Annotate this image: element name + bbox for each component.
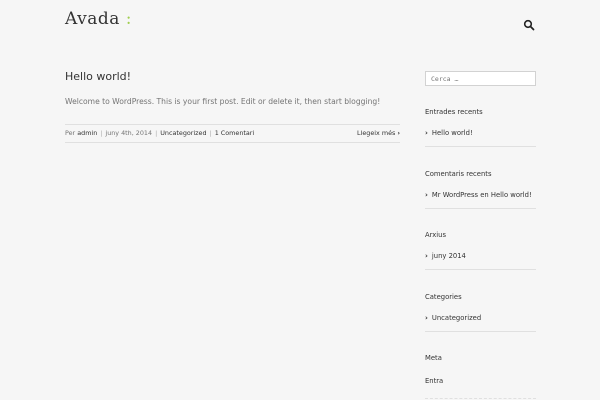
meta-separator: |: [209, 129, 212, 137]
recent-post-label: Hello world!: [431, 129, 473, 137]
post-excerpt: Welcome to WordPress. This is your first…: [65, 97, 381, 106]
meta-separator: |: [155, 129, 158, 137]
sidebar-search-input[interactable]: [425, 71, 536, 86]
post-meta: Per admin | juny 4th, 2014 | Uncategorized | 1…: [65, 129, 254, 137]
meta-date: juny 4th, 2014: [105, 129, 153, 137]
logo-accent: :: [125, 9, 132, 29]
read-more-link[interactable]: Llegeix més ›: [357, 129, 400, 137]
site-logo[interactable]: Avada :: [65, 9, 132, 29]
meta-author-link[interactable]: admin: [77, 129, 97, 137]
archive-label: juny 2014: [431, 252, 466, 260]
category-label: Uncategorized: [431, 314, 482, 322]
site-header: Avada :: [0, 0, 600, 42]
chevron-right-icon: ›: [425, 129, 428, 137]
meta-separator: |: [100, 129, 103, 137]
chevron-right-icon: ›: [425, 191, 428, 199]
recent-post-item[interactable]: › Hello world!: [425, 125, 536, 147]
widget-title-categories: Categories: [425, 293, 462, 301]
widget-title-recent-posts: Entrades recents: [425, 108, 483, 116]
meta-by-label: Per: [65, 129, 76, 137]
archive-item[interactable]: › juny 2014: [425, 248, 536, 270]
post-title[interactable]: Hello world!: [65, 70, 400, 83]
post-meta-bar: Per admin | juny 4th, 2014 | Uncategorized | 1…: [65, 124, 400, 143]
widget-title-archives: Arxius: [425, 231, 447, 239]
divider: [425, 398, 536, 399]
widget-title-meta: Meta: [425, 354, 442, 362]
logo-text: Avada: [65, 9, 120, 29]
chevron-right-icon: ›: [425, 252, 428, 260]
meta-category-link[interactable]: Uncategorized: [160, 129, 206, 137]
meta-comments-link[interactable]: 1 Comentari: [215, 129, 255, 137]
recent-comment-item[interactable]: › Mr WordPress en Hello world!: [425, 187, 536, 209]
widget-title-recent-comments: Comentaris recents: [425, 170, 492, 178]
read-more-label: Llegeix més: [357, 129, 396, 137]
meta-login-link[interactable]: Entra: [425, 377, 443, 385]
category-item[interactable]: › Uncategorized: [425, 310, 536, 332]
chevron-right-icon: ›: [397, 129, 400, 137]
chevron-right-icon: ›: [425, 314, 428, 322]
search-icon[interactable]: [523, 16, 535, 31]
blog-post: Hello world! Welcome to WordPress. This …: [65, 70, 400, 143]
recent-comment-label: Mr WordPress en Hello world!: [431, 191, 532, 199]
